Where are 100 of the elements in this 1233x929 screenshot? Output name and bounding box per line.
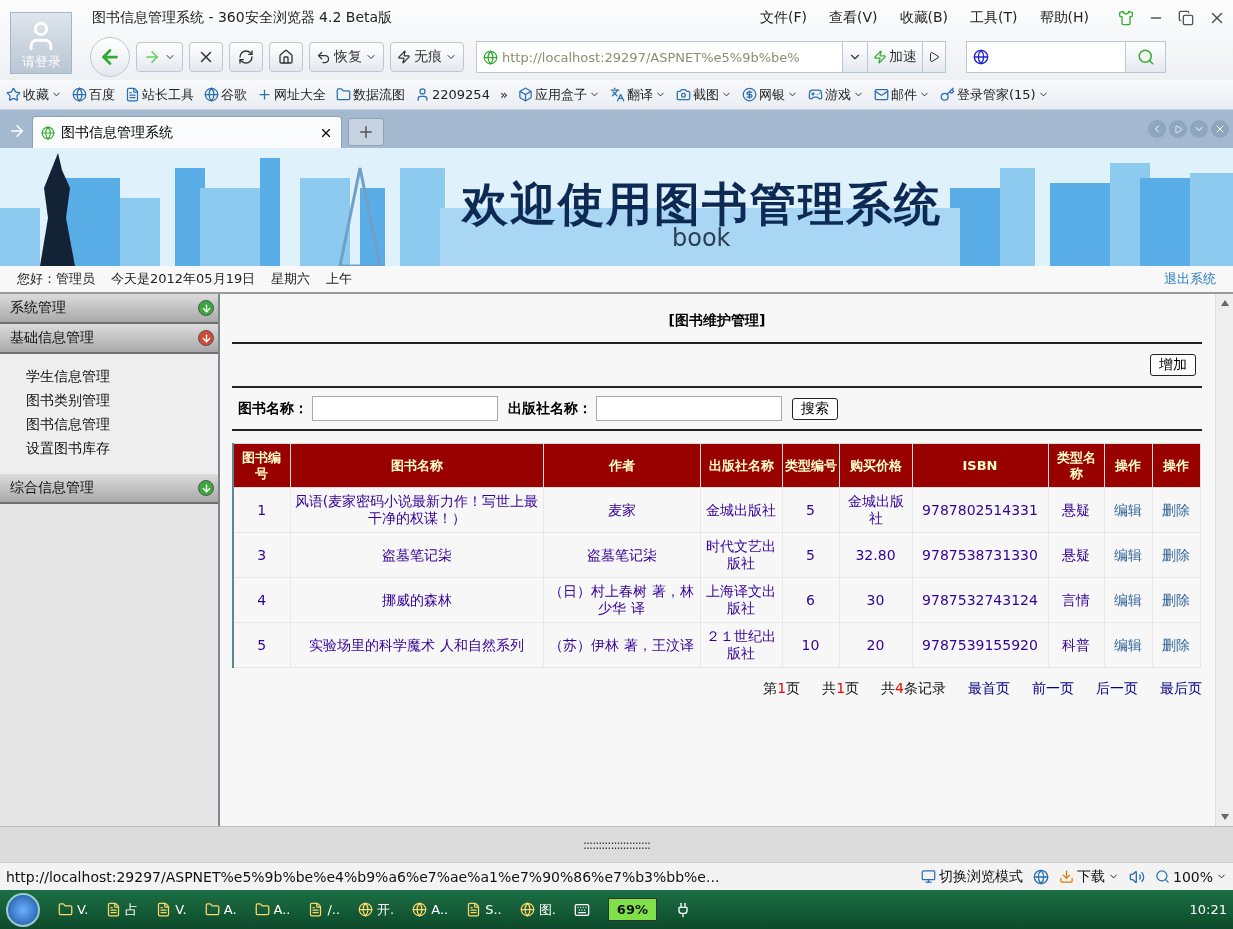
app-icon[interactable] — [466, 902, 482, 917]
menu-item[interactable]: 收藏(B) — [899, 9, 949, 27]
bookmark[interactable]: 2209254 — [415, 87, 490, 102]
bookmark-icon[interactable] — [257, 87, 272, 102]
search-field[interactable] — [966, 41, 1166, 73]
stop-button[interactable] — [189, 42, 223, 72]
sidebar-header[interactable]: 基础信息管理 — [0, 324, 218, 354]
start-button[interactable] — [6, 892, 40, 927]
toggle-icon[interactable] — [198, 330, 214, 346]
new-tab-button[interactable] — [348, 118, 384, 146]
monitor-icon[interactable] — [920, 869, 936, 884]
download-button[interactable]: 下载 — [1058, 867, 1119, 886]
scrollbar[interactable] — [1215, 294, 1233, 826]
go-button[interactable] — [922, 42, 945, 72]
bookmark[interactable]: » — [499, 87, 508, 102]
sidebar-header[interactable]: 系统管理 — [0, 294, 218, 324]
refresh-icon[interactable] — [238, 49, 254, 65]
home-button[interactable] — [269, 42, 303, 72]
bookmark[interactable]: 翻译 — [609, 85, 666, 104]
menu-item[interactable]: 查看(V) — [829, 9, 878, 27]
bookmark-icon[interactable] — [204, 87, 219, 102]
taskbar-item[interactable]: V. — [156, 902, 187, 917]
scroll-down-icon[interactable] — [1220, 814, 1229, 820]
zoom-icon[interactable] — [1154, 869, 1170, 884]
restore-button[interactable]: 恢复 — [309, 42, 384, 72]
toggle-icon[interactable] — [198, 480, 214, 496]
home-icon[interactable] — [278, 49, 294, 65]
bookmark[interactable]: 站长工具 — [125, 85, 194, 104]
edit-link[interactable]: 编辑 — [1104, 532, 1152, 578]
app-icon[interactable] — [308, 902, 324, 917]
plus-icon[interactable] — [357, 123, 375, 141]
taskbar-item[interactable]: A.. — [412, 902, 449, 917]
search-button[interactable]: 搜索 — [792, 397, 838, 420]
app-icon[interactable] — [58, 902, 73, 917]
app-icon[interactable] — [358, 902, 374, 917]
sidebar-item[interactable]: 图书信息管理 — [26, 414, 218, 434]
app-icon[interactable] — [254, 902, 270, 917]
delete-link[interactable]: 删除 — [1152, 487, 1200, 533]
bookmark-icon[interactable] — [6, 87, 21, 102]
download-icon[interactable] — [1058, 869, 1074, 884]
sidebar-item[interactable]: 设置图书库存 — [26, 438, 218, 458]
play-icon[interactable] — [928, 51, 940, 63]
app-icon[interactable] — [106, 902, 122, 917]
bookmark-icon[interactable] — [125, 87, 140, 102]
speed-button[interactable]: 加速 — [867, 42, 922, 72]
input-field[interactable] — [596, 396, 782, 421]
bookmark[interactable]: 谷歌 — [204, 85, 247, 104]
volume-icon[interactable] — [1128, 868, 1145, 885]
taskbar-item[interactable]: 开. — [358, 900, 395, 919]
bookmark-icon[interactable] — [807, 87, 823, 102]
refresh-button[interactable] — [229, 42, 263, 72]
browser-tab[interactable]: 图书信息管理系统 — [32, 116, 342, 148]
edit-link[interactable]: 编辑 — [1104, 622, 1152, 668]
taskbar-item[interactable]: A. — [204, 902, 237, 917]
taskbar-item[interactable]: 图. — [519, 900, 556, 919]
logout-link[interactable]: 退出系统 — [1164, 270, 1216, 288]
undo-icon[interactable] — [316, 49, 331, 65]
bookmark-icon[interactable] — [675, 87, 691, 102]
bookmark[interactable]: 登录管家(15) — [939, 85, 1049, 104]
back-icon[interactable] — [99, 46, 121, 68]
globe-icon[interactable] — [1032, 868, 1049, 885]
keyboard-icon[interactable] — [573, 901, 590, 918]
zoom-button[interactable]: 100% — [1154, 868, 1227, 885]
bookmark[interactable]: 邮件 — [873, 85, 930, 104]
bookmark-icon[interactable] — [336, 87, 351, 102]
bookmark[interactable]: 游戏 — [807, 85, 864, 104]
restore-icon[interactable] — [1178, 10, 1194, 26]
bookmark-icon[interactable] — [939, 87, 955, 102]
bookmark-icon[interactable] — [609, 87, 625, 102]
edit-link[interactable]: 编辑 — [1104, 577, 1152, 623]
back-button[interactable] — [90, 37, 130, 77]
bookmark[interactable]: 网银 — [741, 85, 798, 104]
browse-mode-button[interactable]: 切换浏览模式 — [920, 867, 1023, 886]
taskbar-item[interactable]: A.. — [254, 902, 291, 917]
pager-link[interactable]: 前一页 — [1032, 680, 1074, 698]
input-field[interactable] — [312, 396, 498, 421]
sidebar-header[interactable]: 综合信息管理 — [0, 474, 218, 504]
scroll-up-icon[interactable] — [1220, 300, 1229, 306]
add-button[interactable]: 增加 — [1150, 354, 1196, 376]
delete-link[interactable]: 删除 — [1152, 622, 1200, 668]
address-bar[interactable]: http://localhost:29297/ASPNET%e5%9b%be% 加速 — [476, 41, 946, 73]
sidebar-item[interactable]: 图书类别管理 — [26, 390, 218, 410]
bookmark-icon[interactable] — [741, 87, 757, 102]
bookmark-icon[interactable] — [415, 87, 430, 102]
bookmark[interactable]: 应用盒子 — [517, 85, 600, 104]
search-button[interactable] — [1125, 42, 1165, 72]
bookmark[interactable]: 网址大全 — [257, 85, 326, 104]
menu-item[interactable]: 文件(F) — [760, 9, 807, 27]
app-icon[interactable] — [156, 902, 172, 917]
sidebar-item[interactable]: 学生信息管理 — [26, 366, 218, 386]
pager-link[interactable]: 后一页 — [1096, 680, 1138, 698]
search-icon[interactable] — [1136, 48, 1155, 66]
app-icon[interactable] — [204, 902, 220, 917]
bookmark[interactable]: 收藏 — [6, 85, 62, 104]
bookmark[interactable]: 截图 — [675, 85, 732, 104]
app-icon[interactable] — [412, 902, 428, 917]
pager-link[interactable]: 最后页 — [1160, 680, 1202, 698]
resize-grip[interactable]: :::::::::::::::::::::: — [583, 837, 650, 852]
delete-link[interactable]: 删除 — [1152, 532, 1200, 578]
taskbar-item[interactable]: /.. — [308, 902, 341, 917]
